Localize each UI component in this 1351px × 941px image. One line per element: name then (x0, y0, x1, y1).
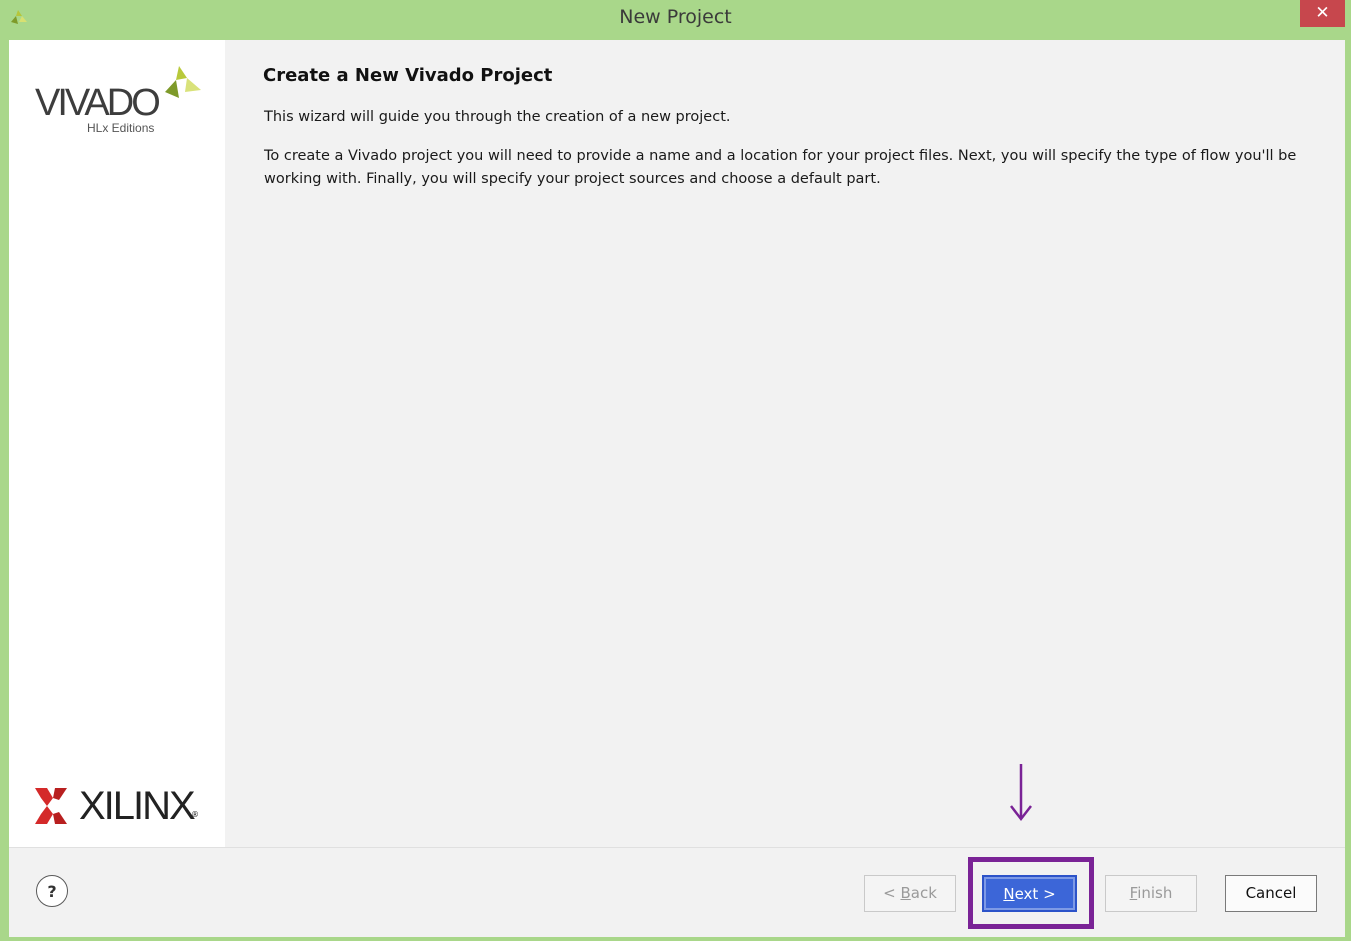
back-button[interactable]: < Back (864, 875, 956, 912)
wizard-content: Create a New Vivado Project This wizard … (225, 40, 1345, 847)
next-button-rest: ext > (1014, 885, 1056, 903)
vivado-logo: VIVADO HLx Editions (35, 64, 205, 144)
back-button-mnemonic: B (900, 884, 911, 902)
description-paragraph: To create a Vivado project you will need… (264, 148, 1297, 187)
registered-mark: ® (191, 810, 199, 819)
vivado-logo-mark-icon (165, 66, 201, 98)
vivado-logo-text: VIVADO (35, 82, 161, 124)
finish-button-rest: inish (1137, 884, 1173, 902)
title-bar[interactable]: New Project ✕ (0, 0, 1351, 40)
xilinx-logo: XILINX ® (35, 784, 210, 828)
next-button[interactable]: Next > (982, 875, 1077, 912)
wizard-sidebar: VIVADO HLx Editions XILINX ® (9, 40, 225, 847)
back-button-prefix: < (883, 884, 901, 902)
wizard-client-area: VIVADO HLx Editions XILINX ® Create a Ne… (9, 40, 1345, 937)
new-project-window: New Project ✕ VIVADO HLx Editions XILINX… (0, 0, 1351, 941)
help-button[interactable]: ? (36, 875, 68, 907)
xilinx-mark-icon (35, 788, 67, 824)
back-button-rest: ack (910, 884, 937, 902)
cancel-button[interactable]: Cancel (1225, 875, 1317, 912)
vivado-logo-subtitle: HLx Editions (87, 121, 155, 135)
xilinx-logo-text: XILINX (79, 784, 196, 828)
intro-paragraph: This wizard will guide you through the c… (264, 109, 731, 125)
finish-button[interactable]: Finish (1105, 875, 1197, 912)
page-title: Create a New Vivado Project (263, 65, 553, 86)
next-button-mnemonic: N (1003, 885, 1015, 903)
wizard-footer: ? < Back Next > Finish Cancel (9, 847, 1345, 937)
window-title: New Project (619, 6, 732, 28)
close-button[interactable]: ✕ (1300, 0, 1345, 27)
